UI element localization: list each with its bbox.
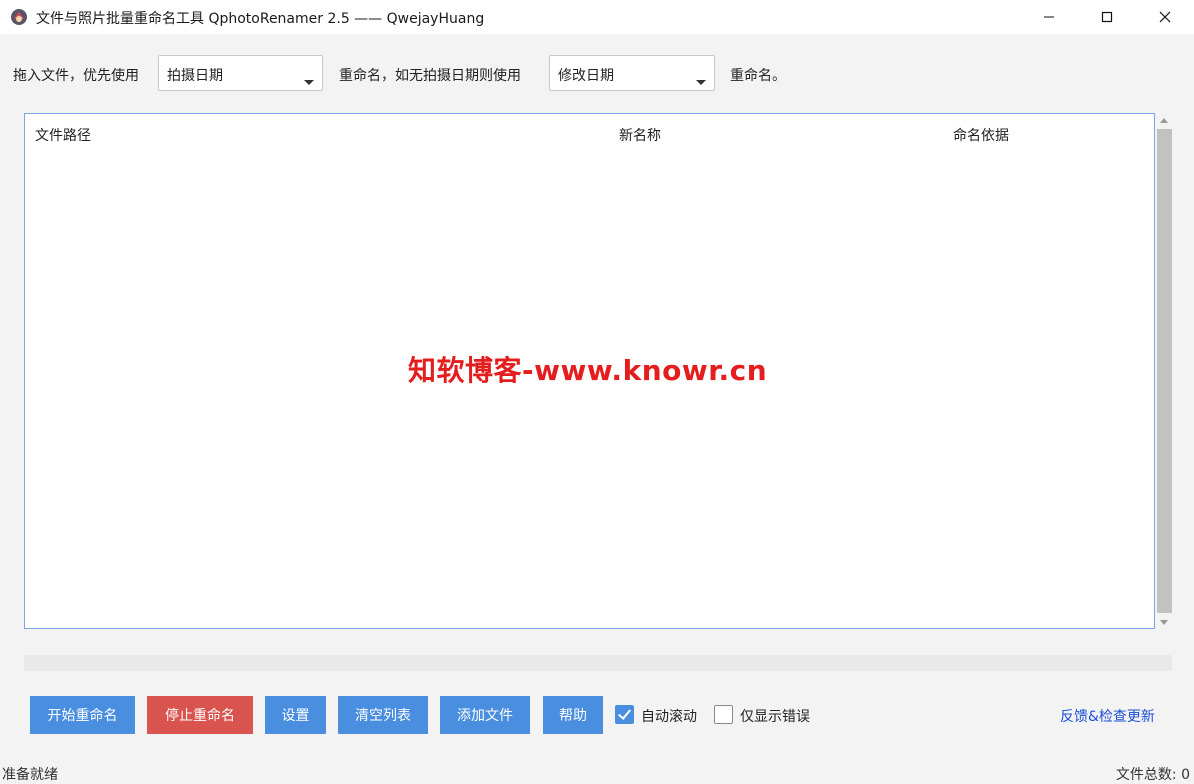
fallback-date-select[interactable]: 修改日期 (549, 55, 715, 91)
minimize-icon (1044, 16, 1054, 18)
clear-list-button[interactable]: 清空列表 (338, 696, 428, 734)
auto-scroll-label[interactable]: 自动滚动 (641, 706, 697, 726)
help-button[interactable]: 帮助 (543, 696, 603, 734)
watermark-text: 知软博客-www.knowr.cn (408, 354, 768, 387)
primary-date-value: 拍摄日期 (167, 68, 223, 84)
app-icon (11, 9, 27, 25)
chevron-down-icon (696, 80, 706, 85)
primary-date-select[interactable]: 拍摄日期 (158, 55, 323, 91)
prefix-label: 拖入文件，优先使用 (13, 68, 139, 84)
maximize-button[interactable] (1078, 0, 1136, 34)
settings-button[interactable]: 设置 (265, 696, 326, 734)
file-count: 文件总数: 0 (1115, 767, 1190, 783)
middle-label: 重命名，如无拍摄日期则使用 (339, 68, 521, 84)
title-bar: 文件与照片批量重命名工具 QphotoRenamer 2.5 —— Qwejay… (0, 0, 1194, 34)
scroll-down-icon[interactable] (1160, 620, 1168, 625)
close-button[interactable] (1136, 0, 1194, 34)
horizontal-scrollbar[interactable] (24, 655, 1172, 671)
chevron-down-icon (304, 80, 314, 85)
column-header-basis[interactable]: 命名依据 (953, 125, 1009, 145)
feedback-update-link[interactable]: 反馈&检查更新 (1060, 706, 1155, 726)
window-title: 文件与照片批量重命名工具 QphotoRenamer 2.5 —— Qwejay… (36, 11, 485, 27)
errors-only-label[interactable]: 仅显示错误 (740, 706, 810, 726)
column-header-path[interactable]: 文件路径 (35, 125, 91, 145)
suffix-label: 重命名。 (730, 68, 786, 84)
maximize-icon (1101, 11, 1113, 23)
errors-only-checkbox[interactable] (714, 705, 733, 724)
auto-scroll-checkbox[interactable] (615, 705, 634, 724)
stop-rename-button[interactable]: 停止重命名 (147, 696, 253, 734)
vertical-scrollbar[interactable] (1157, 113, 1172, 629)
close-icon (1159, 11, 1171, 23)
column-header-new-name[interactable]: 新名称 (619, 125, 661, 145)
fallback-date-value: 修改日期 (558, 68, 614, 84)
scrollbar-thumb[interactable] (1157, 129, 1172, 613)
scroll-up-icon[interactable] (1160, 118, 1168, 123)
status-text: 准备就绪 (2, 767, 58, 783)
add-file-button[interactable]: 添加文件 (440, 696, 530, 734)
minimize-button[interactable] (1020, 0, 1078, 34)
start-rename-button[interactable]: 开始重命名 (30, 696, 135, 734)
